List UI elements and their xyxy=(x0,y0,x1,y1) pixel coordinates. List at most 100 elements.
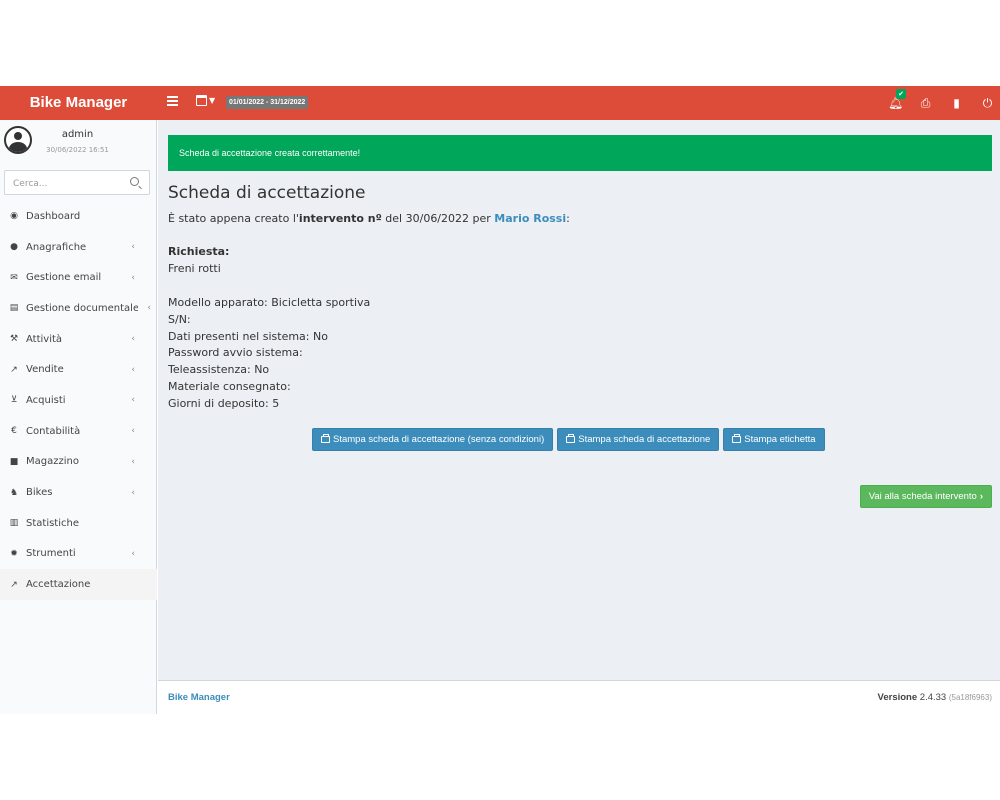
request-label: Richiesta: xyxy=(168,245,230,258)
chevron-left-icon: ‹ xyxy=(131,364,135,375)
sidebar-item-statistiche[interactable]: ▥ Statistiche xyxy=(0,508,157,539)
wrench-icon: ⚒ xyxy=(9,334,19,345)
sidebar-item-bikes[interactable]: ♞ Bikes ‹ xyxy=(0,477,157,508)
sidebar-item-accettazione[interactable]: ↗ Accettazione xyxy=(0,569,157,600)
sidebar-item-dashboard[interactable]: ◉ Dashboard xyxy=(0,201,157,232)
chevron-left-icon: ‹ xyxy=(131,242,135,253)
detail-serial: S/N: xyxy=(168,312,191,326)
search-input[interactable] xyxy=(5,172,120,196)
sidebar-item-gestione-email[interactable]: ✉ Gestione email ‹ xyxy=(0,262,157,293)
footer-brand-link[interactable]: Bike Manager xyxy=(168,692,230,703)
chevron-left-icon: ‹ xyxy=(131,395,135,406)
sidebar-item-vendite[interactable]: ↗ Vendite ‹ xyxy=(0,354,157,385)
sidebar-item-label: Gestione email xyxy=(26,272,102,284)
sidebar-item-label: Anagrafiche xyxy=(26,241,87,253)
main-content: Scheda di accettazione creata correttame… xyxy=(158,120,1000,680)
date-range-badge[interactable]: 01/01/2022 - 31/12/2022 xyxy=(226,96,309,109)
intro-middle: del 30/06/2022 per xyxy=(381,212,495,225)
truck-icon: ■ xyxy=(9,456,19,467)
intro-suffix: : xyxy=(566,212,570,225)
customer-link[interactable]: Mario Rossi xyxy=(494,212,566,225)
chevron-left-icon: ‹ xyxy=(131,272,135,283)
print-icon[interactable]: ⎙ xyxy=(919,96,932,111)
sidebar-item-acquisti[interactable]: ⊻ Acquisti ‹ xyxy=(0,385,157,416)
chevron-left-icon: ‹ xyxy=(131,548,135,559)
detail-deposit-days: Giorni di deposito: 5 xyxy=(168,396,280,410)
version-number: 2.4.33 xyxy=(919,692,947,703)
sidebar-item-label: Accettazione xyxy=(26,579,91,591)
sidebar-item-label: Acquisti xyxy=(26,394,66,406)
sidebar-item-attivita[interactable]: ⚒ Attività ‹ xyxy=(0,324,157,355)
sidebar-menu: ◉ Dashboard ● Anagrafiche ‹ ✉ Gestione email… xyxy=(0,201,157,600)
detail-password: Password avvio sistema: xyxy=(168,346,303,360)
sidebar: admin 30/06/2022 16:51 ◉ Dashboard ● Anagr… xyxy=(0,120,157,714)
print-icon xyxy=(732,434,742,443)
sidebar-item-label: Vendite xyxy=(26,364,64,376)
detail-teleassistance: Teleassistenza: No xyxy=(168,363,270,377)
sidebar-item-magazzino[interactable]: ■ Magazzino ‹ xyxy=(0,447,157,478)
print-buttons-group: Stampa scheda di accettazione (senza con… xyxy=(312,428,825,451)
sidebar-item-label: Strumenti xyxy=(26,548,76,560)
chevron-left-icon: ‹ xyxy=(131,456,135,467)
search-icon[interactable] xyxy=(130,177,139,186)
bike-icon: ♞ xyxy=(9,487,19,498)
sidebar-item-label: Attività xyxy=(26,333,63,345)
print-sheet-button[interactable]: Stampa scheda di accettazione xyxy=(557,428,720,451)
success-alert: Scheda di accettazione creata correttame… xyxy=(168,135,992,171)
document-icon: ▤ xyxy=(9,303,19,314)
bar-chart-icon: ▥ xyxy=(9,518,19,529)
chevron-left-icon: ‹ xyxy=(131,334,135,345)
caret-down-icon: ▼ xyxy=(209,96,216,105)
app-window: Bike Manager ▼ 01/01/2022 - 31/12/2022 🔔… xyxy=(0,86,1000,714)
sidebar-item-label: Gestione documentale xyxy=(26,302,138,314)
calendar-icon xyxy=(196,95,207,106)
detail-model: Modello apparato: Bicicletta sportiva xyxy=(168,296,371,309)
notifications-bell-icon[interactable]: 🔔︎ ✔ xyxy=(888,89,906,110)
sidebar-item-label: Statistiche xyxy=(26,517,79,529)
request-value: Freni rotti xyxy=(168,262,221,275)
external-link-icon: ↗ xyxy=(10,579,18,590)
sidebar-item-label: Magazzino xyxy=(26,456,79,468)
detail-data-present: Dati presenti nel sistema: No xyxy=(168,329,328,343)
sidebar-item-gestione-documentale[interactable]: ▤ Gestione documentale ‹ xyxy=(0,293,157,324)
print-icon xyxy=(321,434,330,443)
dashboard-icon: ◉ xyxy=(10,211,18,222)
detail-material: Materiale consegnato: xyxy=(168,379,291,393)
page-title: Scheda di accettazione xyxy=(168,183,366,203)
chevron-left-icon: ‹ xyxy=(147,303,151,314)
top-right-icons: 🔔︎ ✔ ⎙ ▮ ⏻ xyxy=(888,86,994,120)
print-label-button[interactable]: Stampa etichetta xyxy=(723,428,825,451)
app-brand[interactable]: Bike Manager xyxy=(0,86,157,120)
print-icon xyxy=(566,434,576,443)
goto-intervention-button[interactable]: Vai alla scheda intervento › xyxy=(859,485,992,508)
print-sheet-label: Stampa scheda di accettazione xyxy=(578,434,711,445)
print-no-conditions-button[interactable]: Stampa scheda di accettazione (senza con… xyxy=(312,428,554,451)
chevron-left-icon: ‹ xyxy=(131,426,135,437)
intro-prefix: È stato appena creato l' xyxy=(168,212,299,225)
chevron-right-icon: › xyxy=(979,491,983,502)
details-list: Modello apparato: Bicicletta sportiva S/… xyxy=(168,295,370,413)
top-navbar: Bike Manager ▼ 01/01/2022 - 31/12/2022 🔔… xyxy=(0,86,1000,120)
users-icon: ● xyxy=(10,242,18,253)
avatar xyxy=(4,126,32,154)
user-panel: admin 30/06/2022 16:51 xyxy=(0,120,157,166)
sidebar-item-strumenti[interactable]: ✹ Strumenti ‹ xyxy=(0,539,157,570)
goto-intervention-label: Vai alla scheda intervento xyxy=(868,491,977,502)
user-name[interactable]: admin xyxy=(40,129,115,140)
calendar-dropdown-button[interactable]: ▼ xyxy=(196,95,215,106)
euro-icon: € xyxy=(11,426,17,437)
user-datetime: 30/06/2022 16:51 xyxy=(46,146,109,154)
book-icon[interactable]: ▮ xyxy=(950,96,963,110)
sidebar-item-label: Contabilità xyxy=(26,425,81,437)
sidebar-item-contabilita[interactable]: € Contabilità ‹ xyxy=(0,416,157,447)
envelope-icon: ✉ xyxy=(10,272,18,283)
sidebar-item-anagrafiche[interactable]: ● Anagrafiche ‹ xyxy=(0,232,157,263)
sidebar-toggle-icon[interactable] xyxy=(167,96,178,108)
cart-icon: ⊻ xyxy=(10,395,18,406)
sidebar-item-label: Bikes xyxy=(26,487,53,499)
print-no-conditions-label: Stampa scheda di accettazione (senza con… xyxy=(333,434,545,445)
footer: Bike Manager Versione 2.4.33 (5a18f6963) xyxy=(158,680,1000,714)
power-off-icon[interactable]: ⏻ xyxy=(981,96,994,111)
intro-text: È stato appena creato l'intervento nº de… xyxy=(168,212,570,225)
version-label: Versione xyxy=(877,692,918,703)
